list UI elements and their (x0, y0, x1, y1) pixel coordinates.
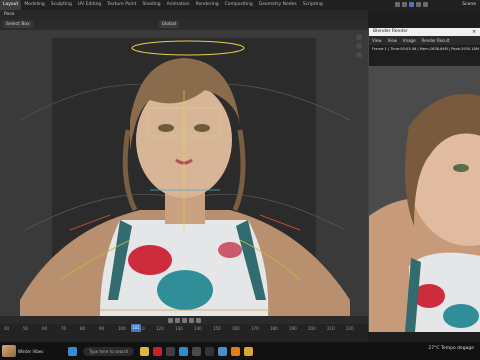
tab-uv-editing[interactable]: UV Editing (75, 0, 104, 10)
close-icon[interactable]: × (472, 28, 478, 36)
weather-widget[interactable]: Winter Vibes (0, 345, 62, 357)
frame-mark: 140 (194, 326, 202, 331)
frame-mark: 190 (289, 326, 297, 331)
frame-mark: 70 (61, 326, 67, 331)
material-shading-icon[interactable] (416, 2, 421, 7)
frame-mark: 180 (270, 326, 278, 331)
edge-icon[interactable] (179, 346, 189, 356)
character-model (19, 40, 351, 316)
render-shading-icon[interactable] (423, 2, 428, 7)
current-frame-indicator[interactable]: 101 (131, 324, 141, 332)
render-result-selector[interactable]: Render Result (422, 38, 450, 43)
obs-icon[interactable] (166, 346, 176, 356)
tab-layout[interactable]: Layout (0, 0, 22, 10)
frame-mark: 120 (156, 326, 164, 331)
camera-view-icon[interactable] (356, 52, 362, 58)
windows-taskbar: Winter Vibes Type here to search 27°C Te… (0, 342, 480, 360)
tab-scripting[interactable]: Scripting (300, 0, 326, 10)
play-icon[interactable] (181, 317, 187, 323)
system-tray[interactable]: 27°C Tempo degage (428, 346, 474, 351)
render-window-title: Blender Render (369, 28, 480, 36)
tab-compositing[interactable]: Compositing (222, 0, 256, 10)
mode-header[interactable]: Pose (0, 10, 368, 19)
jump-start-icon[interactable] (167, 317, 173, 323)
menu-image[interactable]: Image (403, 38, 416, 43)
frame-mark: 200 (308, 326, 316, 331)
render-result-image (369, 66, 480, 332)
frame-mark: 170 (251, 326, 259, 331)
prev-keyframe-icon[interactable] (174, 317, 180, 323)
select-box-tool[interactable]: Select Box (3, 21, 33, 28)
render-stats: Frame:1 | Time:00:03.06 | Mem:2638.64M |… (372, 47, 479, 51)
frame-mark: 100 (118, 326, 126, 331)
zoom-icon[interactable] (356, 34, 362, 40)
photos-icon[interactable] (218, 346, 228, 356)
next-keyframe-icon[interactable] (188, 317, 194, 323)
jump-end-icon[interactable] (195, 317, 201, 323)
timeline[interactable]: 4050607080901001101201301401501601701801… (0, 316, 368, 342)
frame-mark: 220 (346, 326, 354, 331)
menu-view-2[interactable]: View (388, 38, 398, 43)
pinned-apps (68, 346, 77, 356)
frame-mark: 60 (42, 326, 48, 331)
tab-modeling[interactable]: Modeling (21, 0, 47, 10)
terminal-icon[interactable] (205, 346, 215, 356)
frame-mark: 90 (99, 326, 105, 331)
frame-mark: 210 (327, 326, 335, 331)
tab-rendering[interactable]: Rendering (193, 0, 222, 10)
scene-selector[interactable]: Scene (462, 1, 476, 9)
playback-controls[interactable] (0, 316, 368, 324)
frame-mark: 50 (23, 326, 29, 331)
explorer-window-icon[interactable] (244, 346, 254, 356)
tab-geometry-nodes[interactable]: Geometry Nodes (256, 0, 300, 10)
tab-shading[interactable]: Shading (139, 0, 163, 10)
store-icon[interactable] (192, 346, 202, 356)
frame-mark: 80 (80, 326, 86, 331)
weather-thumbnail (2, 345, 16, 357)
render-window: Blender Render × View View Image Render … (368, 28, 480, 332)
frame-mark: 160 (232, 326, 240, 331)
xray-icon[interactable] (402, 2, 407, 7)
weather-label: Winter Vibes (18, 348, 44, 354)
3d-viewport[interactable] (0, 30, 368, 316)
taskbar-search[interactable]: Type here to search (83, 346, 135, 356)
start-icon[interactable] (68, 346, 77, 356)
mode-label[interactable]: Pose (4, 12, 14, 17)
taskbar-apps (140, 346, 254, 356)
tab-animation[interactable]: Animation (164, 0, 193, 10)
frame-mark: 40 (4, 326, 10, 331)
opera-icon[interactable] (153, 346, 163, 356)
frame-mark: 130 (175, 326, 183, 331)
overlay-icon[interactable] (395, 2, 400, 7)
orientation-selector[interactable]: Global (158, 21, 180, 28)
tab-texture-paint[interactable]: Texture Paint (104, 0, 139, 10)
viewport-header: Select Box Global (0, 19, 368, 30)
viewport-shading-controls[interactable] (395, 2, 428, 7)
file-explorer-icon[interactable] (140, 346, 150, 356)
pan-icon[interactable] (356, 43, 362, 49)
render-window-menu: View View Image Render Result (369, 36, 480, 45)
blender-icon[interactable] (231, 346, 241, 356)
frame-mark: 150 (213, 326, 221, 331)
solid-shading-icon[interactable] (409, 2, 414, 7)
tab-sculpting[interactable]: Sculpting (48, 0, 75, 10)
menu-view[interactable]: View (372, 38, 382, 43)
frame-ruler[interactable]: 4050607080901001101201301401501601701801… (0, 326, 368, 334)
navigation-gizmo[interactable] (356, 34, 362, 58)
